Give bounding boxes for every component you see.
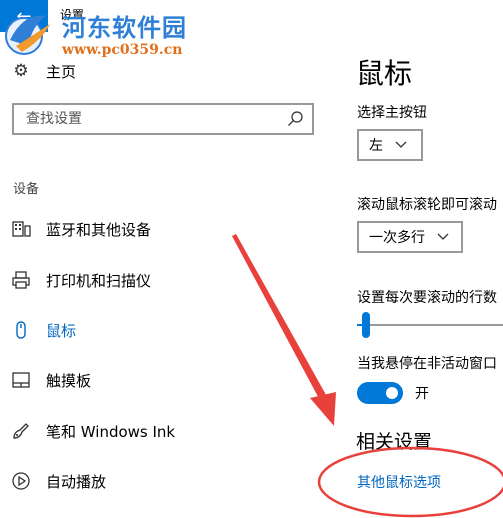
mouse-icon	[16, 321, 26, 339]
sidebar-item-printers[interactable]: 打印机和扫描仪	[10, 267, 310, 293]
toggle-state-label: 开	[415, 386, 429, 402]
gear-icon: ⚙	[13, 61, 29, 81]
chevron-down-icon	[395, 141, 407, 148]
touchpad-icon	[12, 372, 30, 388]
primary-button-label: 选择主按钮	[357, 105, 427, 121]
printer-icon	[12, 271, 30, 289]
lines-to-scroll-slider[interactable]	[357, 312, 503, 338]
primary-button-value: 左	[369, 138, 383, 154]
section-header-devices: 设备	[13, 182, 40, 197]
scroll-mode-value: 一次多行	[369, 230, 425, 246]
related-settings-title: 相关设置	[356, 431, 433, 453]
scroll-mode-label: 滚动鼠标滚轮即可滚动	[357, 197, 497, 213]
slider-thumb[interactable]	[362, 312, 370, 338]
sidebar-item-touchpad[interactable]: 触摸板	[10, 367, 310, 393]
pen-icon	[13, 423, 29, 439]
search-input[interactable]	[26, 111, 286, 127]
search-box[interactable]	[12, 103, 314, 135]
autoplay-icon	[12, 472, 30, 490]
watermark-title: 河东软件园	[62, 14, 187, 42]
sidebar-item-label: 触摸板	[46, 371, 92, 390]
sidebar-home-label: 主页	[46, 62, 77, 81]
other-mouse-options-link[interactable]: 其他鼠标选项	[357, 472, 441, 492]
sidebar-item-bluetooth[interactable]: 蓝牙和其他设备	[10, 216, 310, 242]
inactive-scroll-toggle[interactable]	[357, 382, 403, 404]
sidebar-home[interactable]: ⚙ 主页	[10, 58, 76, 84]
search-icon[interactable]	[286, 110, 304, 128]
annotation-arrowhead	[310, 392, 336, 426]
sidebar-item-label: 自动播放	[46, 472, 107, 491]
sidebar-item-pen[interactable]: 笔和 Windows Ink	[10, 418, 310, 444]
scroll-mode-dropdown[interactable]: 一次多行	[357, 221, 463, 253]
watermark-logo-icon	[5, 15, 50, 55]
inactive-scroll-label: 当我悬停在非活动窗口	[357, 356, 497, 372]
slider-track	[357, 324, 503, 326]
chevron-down-icon	[437, 233, 449, 240]
lines-to-scroll-label: 设置每次要滚动的行数	[357, 290, 497, 306]
sidebar-item-autoplay[interactable]: 自动播放	[10, 468, 310, 494]
sidebar-item-label: 笔和 Windows Ink	[46, 422, 176, 441]
toggle-knob	[386, 387, 398, 399]
sidebar-item-label: 打印机和扫描仪	[46, 271, 152, 290]
inactive-scroll-toggle-row: 开	[357, 382, 429, 404]
page-title: 鼠标	[356, 57, 413, 90]
watermark-url: www.pc0359.cn	[62, 42, 183, 58]
sidebar-item-mouse[interactable]: 鼠标	[10, 317, 310, 343]
bluetooth-devices-icon	[12, 221, 31, 237]
sidebar-item-label: 蓝牙和其他设备	[46, 220, 152, 239]
sidebar-item-label: 鼠标	[46, 321, 77, 340]
primary-button-dropdown[interactable]: 左	[357, 129, 423, 161]
